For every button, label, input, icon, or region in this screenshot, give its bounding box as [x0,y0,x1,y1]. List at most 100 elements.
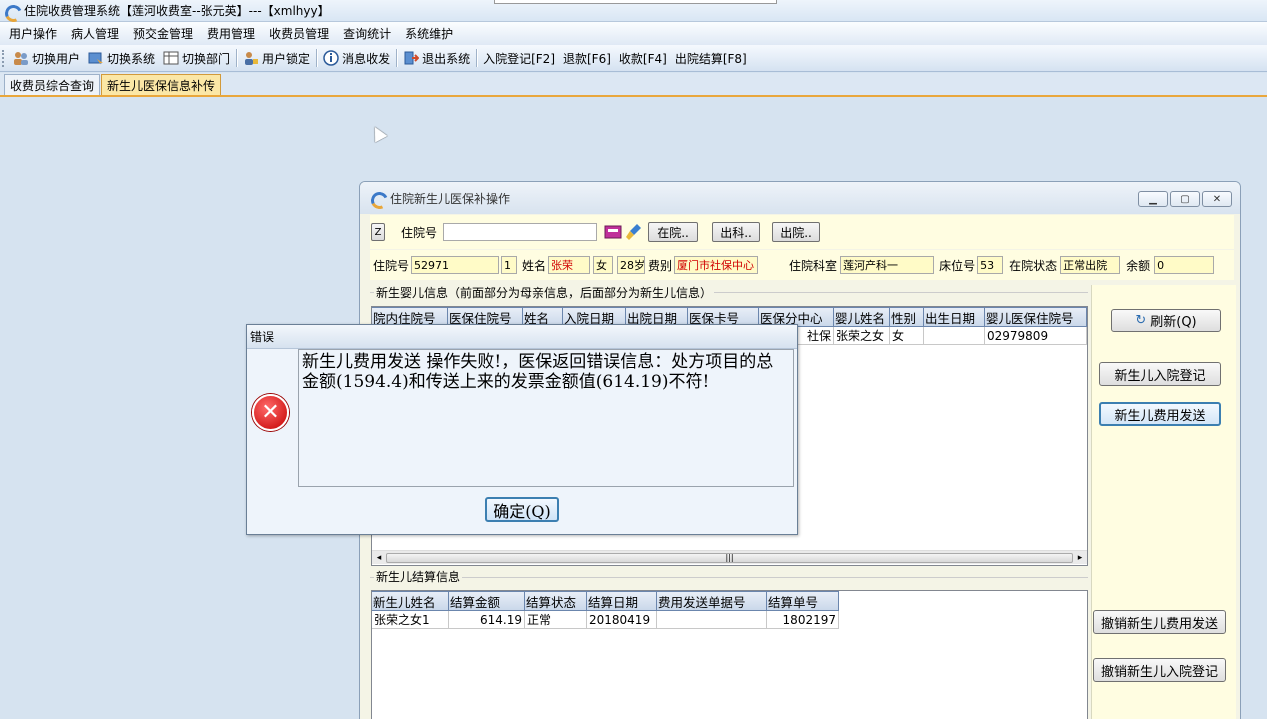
patient-name-field[interactable]: 张荣 [548,256,591,274]
users-icon [13,50,29,66]
switch-system-label: 切换系统 [107,51,156,66]
background-window-edge [494,0,777,4]
refresh-label: 刷新(Q) [1150,315,1197,330]
discharged-button[interactable]: 出院.. [772,222,821,242]
admission-search-input[interactable] [443,223,598,241]
user-lock-label: 用户锁定 [262,51,311,66]
refresh-button[interactable]: ↻ 刷新(Q) [1111,309,1221,332]
bed-label: 床位号 [939,258,976,273]
table-cell: 20180419 [587,611,657,629]
settle-info-title: 新生儿结算信息 [374,568,463,585]
document-tabs: 收费员综合查询 新生儿医保信息补传 [0,73,1267,97]
col-header[interactable]: 婴儿姓名 [834,307,890,327]
search-label: 住院号 [401,225,438,240]
dept-field[interactable]: 莲河产科一 [840,256,935,274]
col-header[interactable]: 结算日期 [587,591,657,611]
age-field[interactable]: 28岁 [617,256,646,274]
maximize-icon[interactable]: ▢ [1170,191,1200,207]
col-header[interactable]: 新生儿姓名 [372,591,449,611]
sex-field[interactable]: 女 [593,256,614,274]
table-cell: 1802197 [767,611,839,629]
menu-patient[interactable]: 病人管理 [64,25,126,42]
table-row[interactable]: 张荣之女1 614.19 正常 20180419 1802197 [372,611,1087,629]
table-cell [924,327,985,345]
switch-system-button[interactable]: 切换系统 [84,47,159,69]
baby-table-hscroll[interactable]: ◂ ||| ▸ [372,550,1087,564]
child-title: 住院新生儿医保补操作 [390,191,511,206]
ok-button[interactable]: 确定(Q) [485,497,559,522]
messages-label: 消息收发 [342,51,391,66]
z-button[interactable]: Z [371,223,385,241]
col-header[interactable]: 费用发送单据号 [657,591,767,611]
switch-user-button[interactable]: 切换用户 [9,47,84,69]
fee-type-field[interactable]: 厦门市社保中心 [674,256,759,274]
minimize-icon[interactable]: ▁ [1138,191,1168,207]
discharge-button[interactable]: 出院结算[F8] [671,47,751,69]
table-cell: 女 [890,327,924,345]
switch-dept-button[interactable]: 切换部门 [159,47,234,69]
fee-type-label: 费别 [648,258,673,273]
menu-system[interactable]: 系统维护 [398,25,460,42]
admission-times-field[interactable]: 1 [501,256,518,274]
app-logo-icon [4,4,18,18]
menu-fees[interactable]: 费用管理 [200,25,262,42]
discharge-label: 出院结算[F8] [674,51,747,66]
col-header[interactable]: 婴儿医保住院号 [985,307,1087,327]
scroll-right-icon[interactable]: ▸ [1073,553,1087,563]
settle-table-header: 新生儿姓名 结算金额 结算状态 结算日期 费用发送单据号 结算单号 [372,591,1087,611]
cancel-admit-button[interactable]: 撤销新生儿入院登记 [1093,658,1226,682]
tab-cashier-query[interactable]: 收费员综合查询 [4,74,101,95]
close-icon[interactable]: ✕ [1202,191,1232,207]
charge-button[interactable]: 收款[F4] [615,47,671,69]
card-reader-icon[interactable] [603,222,623,242]
admission-no-label: 住院号 [373,258,410,273]
menu-deposit[interactable]: 预交金管理 [126,25,200,42]
user-lock-button[interactable]: 用户锁定 [239,47,314,69]
user-lock-icon [243,50,259,66]
admit-label: 入院登记[F2] [483,51,555,66]
baby-send-button[interactable]: 新生儿费用发送 [1099,402,1221,426]
bed-field[interactable]: 53 [977,256,1004,274]
department-icon [163,50,179,66]
switch-user-label: 切换用户 [32,51,81,66]
scroll-thumb[interactable]: ||| [386,552,1073,563]
col-header[interactable]: 出生日期 [924,307,985,327]
col-header[interactable]: 结算单号 [767,591,839,611]
menu-user-ops[interactable]: 用户操作 [2,25,64,42]
cancel-send-button[interactable]: 撤销新生儿费用发送 [1093,610,1226,634]
admission-no-field[interactable]: 52971 [411,256,500,274]
balance-field[interactable]: 0 [1154,256,1215,274]
window-logo-icon [370,191,384,205]
app-title: 住院收费管理系统【莲河收费室--张元英】---【xmlhyy】 [24,4,330,18]
in-hospital-button[interactable]: 在院.. [648,222,699,242]
refund-button[interactable]: 退款[F6] [559,47,615,69]
status-field[interactable]: 正常出院 [1060,256,1121,274]
switch-system-icon [88,50,104,66]
window-controls: ▁ ▢ ✕ [1136,191,1232,207]
admit-button[interactable]: 入院登记[F2] [479,47,559,69]
error-message: 新生儿费用发送 操作失败!，医保返回错误信息：处方项目的总金额(1594.4)和… [298,349,794,487]
table-cell: 张荣之女1 [372,611,449,629]
col-header[interactable]: 结算金额 [449,591,525,611]
clear-broom-icon[interactable] [624,222,644,242]
table-cell: 张荣之女 [834,327,890,345]
col-header[interactable]: 性别 [890,307,924,327]
table-cell: 正常 [525,611,587,629]
exit-button[interactable]: 退出系统 [399,47,474,69]
col-header[interactable]: 结算状态 [525,591,587,611]
balance-label: 余额 [1126,258,1151,273]
toolbar-separator [316,49,318,67]
dialog-titlebar[interactable]: 错误 [247,325,797,349]
toolbar: 切换用户 切换系统 切换部门 用户锁定 消息收发 退出系统 入院登记[F2] 退… [0,45,1267,72]
out-dept-button[interactable]: 出科.. [712,222,761,242]
tab-newborn-insurance[interactable]: 新生儿医保信息补传 [101,74,222,95]
child-titlebar[interactable]: 住院新生儿医保补操作 ▁ ▢ ✕ [360,182,1240,214]
menu-cashier[interactable]: 收费员管理 [262,25,336,42]
scroll-left-icon[interactable]: ◂ [372,553,386,563]
table-cell [657,611,767,629]
toolbar-grip[interactable] [2,49,5,67]
baby-admit-button[interactable]: 新生儿入院登记 [1099,362,1221,386]
toolbar-separator [396,49,398,67]
menu-query[interactable]: 查询统计 [336,25,398,42]
messages-button[interactable]: 消息收发 [319,47,394,69]
